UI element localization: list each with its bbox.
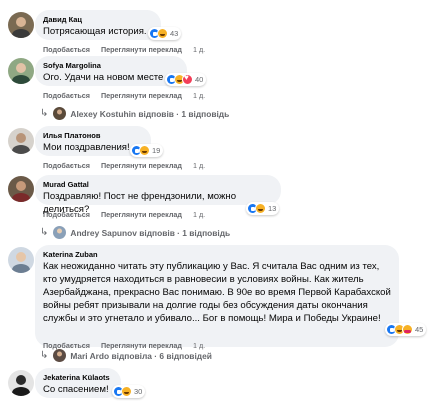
comment-author[interactable]: Sofya Margolina <box>43 61 179 71</box>
comment-actions: Подобається Переглянути переклад 1 д. <box>43 161 205 170</box>
reply-author[interactable]: Mari Ardo <box>70 351 109 361</box>
reply-arrow-icon: ↳ <box>40 108 49 119</box>
avatar[interactable] <box>8 128 34 154</box>
reply-summary[interactable]: відповіла · 6 відповідей <box>112 351 212 361</box>
comment-bubble: Murad Gattal Поздравляю! Пост не френдзо… <box>35 175 281 215</box>
comment-text: Потрясающая история. <box>43 26 147 37</box>
like-link[interactable]: Подобається <box>43 45 90 54</box>
view-replies-link[interactable]: ↳ Mari Ardo відповіла · 6 відповідей <box>40 349 212 362</box>
reactions-badge[interactable]: 43 <box>148 27 182 40</box>
timestamp[interactable]: 1 д. <box>193 210 205 219</box>
avatar[interactable] <box>8 247 34 273</box>
reply-arrow-icon: ↳ <box>40 350 49 361</box>
comment-actions: Подобається Переглянути переклад 1 д. <box>43 91 205 100</box>
reactions-badge[interactable]: 30 <box>112 385 146 398</box>
comment-author[interactable]: Jekaterina Külaots <box>43 373 113 383</box>
comment-author[interactable]: Давид Кац <box>43 15 153 25</box>
comment-bubble: Jekaterina Külaots Со спасением! <box>35 368 121 398</box>
comment-author[interactable]: Илья Платонов <box>43 131 143 141</box>
reaction-count: 43 <box>170 29 179 38</box>
avatar[interactable] <box>8 176 34 202</box>
reply-author[interactable]: Alexey Kostuhin <box>70 109 136 119</box>
avatar[interactable] <box>8 370 34 396</box>
haha-reaction-icon <box>157 28 168 39</box>
see-translation-link[interactable]: Переглянути переклад <box>101 210 182 219</box>
reactions-badge[interactable]: 19 <box>130 144 164 157</box>
comment-actions: Подобається Переглянути переклад 1 д. <box>43 45 205 54</box>
like-link[interactable]: Подобається <box>43 210 90 219</box>
avatar[interactable] <box>8 12 34 38</box>
avatar <box>53 107 67 120</box>
comment-actions: Подобається Переглянути переклад 1 д. <box>43 210 205 219</box>
reaction-count: 19 <box>152 146 161 155</box>
haha-reaction-icon <box>121 386 132 397</box>
reply-arrow-icon: ↳ <box>40 227 49 238</box>
reactions-badge[interactable]: 45 <box>385 323 427 336</box>
comment-bubble: Sofya Margolina Ого. Удачи на новом мест… <box>35 56 187 86</box>
avatar[interactable] <box>8 58 34 84</box>
love-reaction-icon <box>182 73 193 85</box>
reply-summary[interactable]: відповів · 1 відповідь <box>138 109 229 119</box>
reaction-count: 30 <box>134 387 143 396</box>
avatar <box>53 226 67 239</box>
comment-author[interactable]: Katerina Zuban <box>43 250 391 260</box>
timestamp[interactable]: 1 д. <box>193 161 205 170</box>
comment-author[interactable]: Murad Gattal <box>43 180 273 190</box>
care-reaction-icon <box>402 324 413 335</box>
timestamp[interactable]: 1 д. <box>193 91 205 100</box>
comment-bubble: Давид Кац Потрясающая история. <box>35 10 161 40</box>
comment-text: Ого. Удачи на новом месте <box>43 72 164 83</box>
comment-bubble: Katerina Zuban Как неожиданно читать эту… <box>35 245 399 347</box>
like-link[interactable]: Подобається <box>43 161 90 170</box>
reaction-count: 13 <box>268 204 277 213</box>
reply-author[interactable]: Andrey Sapunov <box>70 228 137 238</box>
see-translation-link[interactable]: Переглянути переклад <box>101 161 182 170</box>
like-link[interactable]: Подобається <box>43 91 90 100</box>
view-replies-link[interactable]: ↳ Andrey Sapunov відповів · 1 відповідь <box>40 226 230 239</box>
reaction-count: 45 <box>415 325 424 334</box>
comment-text: Мои поздравления! <box>43 142 130 153</box>
timestamp[interactable]: 1 д. <box>193 45 205 54</box>
view-replies-link[interactable]: ↳ Alexey Kostuhin відповів · 1 відповідь <box>40 107 229 120</box>
comment-text: Как неожиданно читать эту публикацию у В… <box>43 261 391 324</box>
reactions-badge[interactable]: 40 <box>165 73 207 86</box>
avatar <box>53 349 67 362</box>
haha-reaction-icon <box>255 203 266 214</box>
comment-text: Со спасением! <box>43 384 109 395</box>
see-translation-link[interactable]: Переглянути переклад <box>101 91 182 100</box>
haha-reaction-icon <box>139 145 150 156</box>
see-translation-link[interactable]: Переглянути переклад <box>101 45 182 54</box>
reply-summary[interactable]: відповів · 1 відповідь <box>139 228 230 238</box>
reaction-count: 40 <box>195 75 204 84</box>
reactions-badge[interactable]: 13 <box>246 202 280 215</box>
